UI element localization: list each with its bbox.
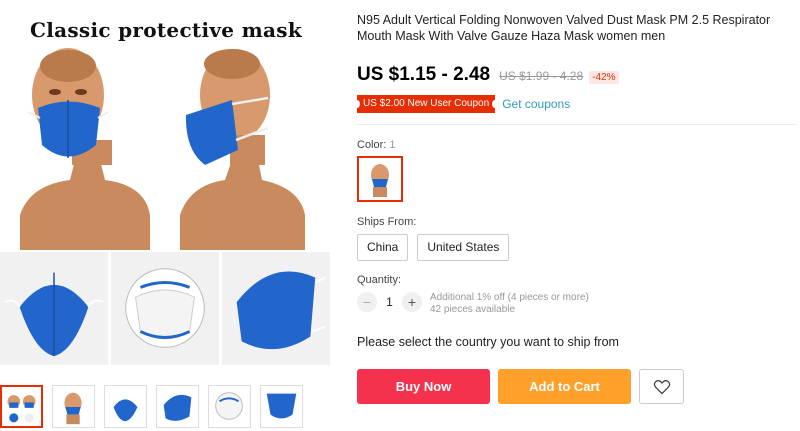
discount-badge: -42% xyxy=(589,71,619,84)
heart-icon xyxy=(653,379,670,394)
divider xyxy=(357,124,797,125)
ship-option-china[interactable]: China xyxy=(357,234,409,261)
grid-image-mask-inside[interactable] xyxy=(111,252,219,365)
quantity-decrease-button[interactable]: − xyxy=(357,292,377,312)
product-title: N95 Adult Vertical Folding Nonwoven Valv… xyxy=(357,13,771,43)
stock-available-note: 42 pieces available xyxy=(430,304,516,315)
color-thumbnail-image xyxy=(371,164,389,197)
main-product-image[interactable]: Classic protective mask xyxy=(0,0,335,250)
quantity-label: Quantity: xyxy=(357,274,402,286)
color-selected-value: 1 xyxy=(389,139,396,151)
ship-country-message: Please select the country you want to sh… xyxy=(357,335,619,349)
get-coupons-link[interactable]: Get coupons xyxy=(502,97,570,111)
thumbnail-6[interactable] xyxy=(260,385,303,428)
new-user-coupon-badge: US $2.00 New User Coupon xyxy=(353,95,499,113)
color-option-1[interactable] xyxy=(357,156,403,202)
buy-now-button[interactable]: Buy Now xyxy=(357,369,490,404)
product-gallery: Classic protective mask xyxy=(0,0,335,431)
wishlist-button[interactable] xyxy=(639,369,684,404)
current-price: US $1.15 - 2.48 xyxy=(357,64,491,85)
quantity-note: Additional 1% off (4 pieces or more) 42 … xyxy=(430,292,589,316)
grid-image-mask-side[interactable] xyxy=(222,252,330,365)
thumbnail-1[interactable] xyxy=(0,385,43,428)
quantity-increase-button[interactable]: + xyxy=(402,292,422,312)
quantity-value[interactable]: 1 xyxy=(377,292,402,312)
price-row: US $1.15 - 2.48 US $1.99 - 4.28 -42% xyxy=(357,64,619,86)
quantity-stepper: − 1 + Additional 1% off (4 pieces or mor… xyxy=(357,292,589,316)
thumbnail-5[interactable] xyxy=(208,385,251,428)
bulk-discount-note: Additional 1% off (4 pieces or more) xyxy=(430,292,589,303)
thumbnail-2[interactable] xyxy=(52,385,95,428)
thumbnail-strip xyxy=(0,385,303,428)
ship-option-united-states[interactable]: United States xyxy=(417,234,510,261)
thumbnail-4[interactable] xyxy=(156,385,199,428)
purchase-actions: Buy Now Add to Cart xyxy=(357,369,684,404)
original-price: US $1.99 - 4.28 xyxy=(499,69,584,83)
image-grid xyxy=(0,252,330,365)
grid-image-mask-front[interactable] xyxy=(0,252,108,365)
color-label-text: Color: xyxy=(357,139,387,151)
ships-from-label: Ships From: xyxy=(357,216,417,228)
coupon-row: US $2.00 New User Coupon Get coupons xyxy=(353,95,570,113)
add-to-cart-button[interactable]: Add to Cart xyxy=(498,369,631,404)
ships-from-options: China United States xyxy=(357,234,510,261)
thumbnail-3[interactable] xyxy=(104,385,147,428)
color-label: Color: 1 xyxy=(357,139,396,151)
mannequin-illustration xyxy=(20,48,305,250)
